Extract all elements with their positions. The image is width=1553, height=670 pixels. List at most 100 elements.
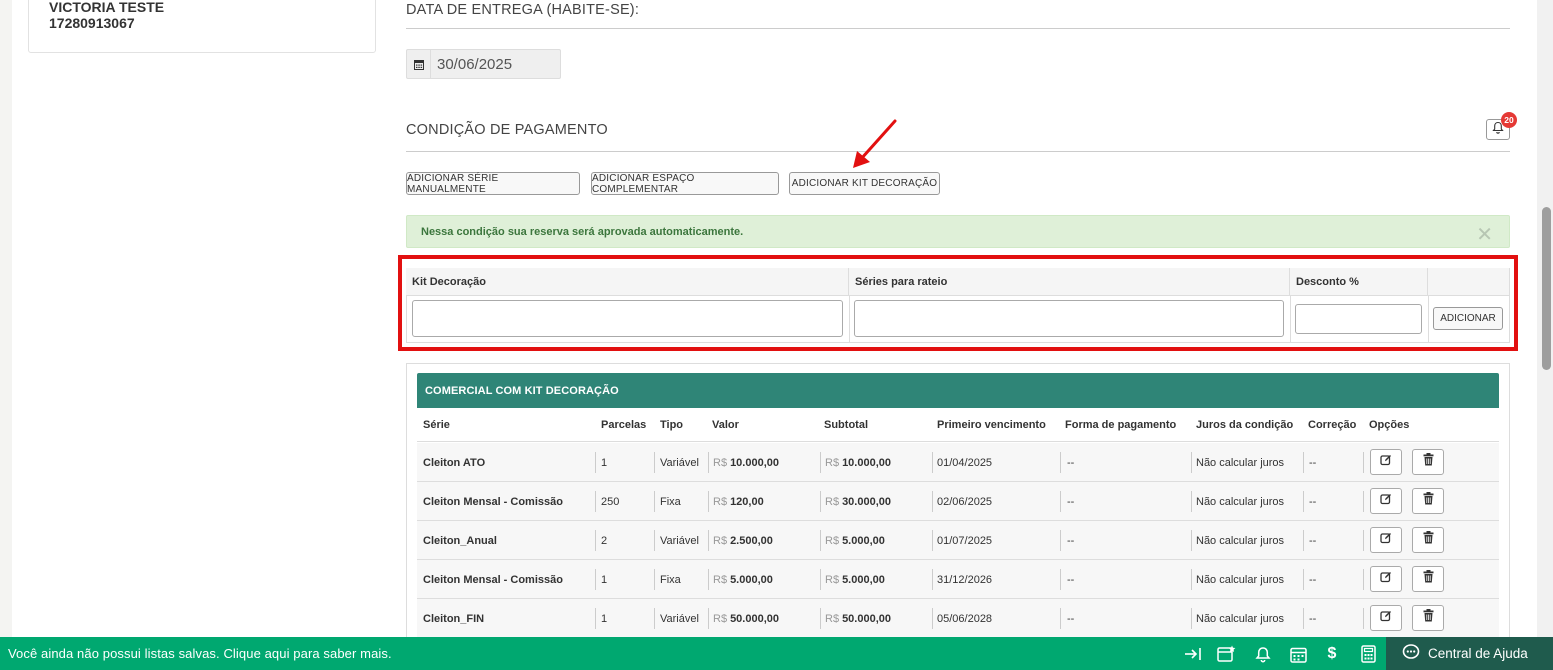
trash-icon: [1423, 492, 1434, 510]
divider: [1303, 608, 1304, 629]
cell-valor-value: 5.000,00: [730, 573, 773, 586]
help-center-button[interactable]: Central de Ajuda: [1386, 637, 1553, 670]
header-opcoes: Opções: [1369, 419, 1410, 431]
cell-parcelas-value: 250: [601, 495, 620, 508]
divider: [932, 452, 933, 473]
edit-icon: [1380, 609, 1392, 627]
cell-tipo-value: Fixa: [660, 573, 681, 586]
success-alert: Nessa condição sua reserva será aprovada…: [406, 215, 1510, 248]
cell-subtotal: R$ 10.000,00: [825, 443, 891, 482]
divider: [932, 608, 933, 629]
divider: [1191, 530, 1192, 551]
cell-correcao-value: --: [1309, 612, 1317, 625]
add-space-button[interactable]: ADICIONAR ESPAÇO COMPLEMENTAR: [591, 172, 779, 195]
divider: [1363, 608, 1364, 629]
divider: [1363, 569, 1364, 590]
cell-serie: Cleiton ATO: [423, 443, 485, 482]
table-row: Cleiton Mensal - Comissão 250 Fixa R$ 120,00…: [417, 482, 1499, 521]
cell-vencimento: 05/06/2028: [937, 599, 992, 638]
cell-forma-value: --: [1067, 534, 1075, 547]
cell-subtotal-value: 30.000,00: [842, 495, 891, 508]
add-series-button[interactable]: ADICIONAR SÉRIE MANUALMENTE: [406, 172, 580, 195]
cell-correcao-value: --: [1309, 534, 1317, 547]
cell-juros-value: Não calcular juros: [1196, 573, 1285, 586]
cell-valor: R$ 50.000,00: [713, 599, 779, 638]
divider: [1060, 569, 1061, 590]
divider: [595, 569, 596, 590]
bottom-bar: Você ainda não possui listas salvas. Cli…: [0, 637, 1553, 670]
notification-badge: 20: [1501, 112, 1517, 128]
edit-icon: [1380, 570, 1392, 588]
cell-vencimento: 01/07/2025: [937, 521, 992, 560]
cell-juros: Não calcular juros: [1196, 521, 1284, 560]
cell-vencimento-value: 02/06/2025: [937, 495, 993, 508]
trash-icon: [1423, 453, 1434, 471]
header-correcao: Correção: [1308, 419, 1357, 431]
cell-serie-value: Cleiton_Anual: [423, 534, 497, 547]
close-icon[interactable]: ✕: [1476, 222, 1493, 247]
divider: [654, 569, 655, 590]
header-forma: Forma de pagamento: [1065, 419, 1177, 431]
delete-button[interactable]: [1412, 566, 1444, 592]
dollar-icon[interactable]: $: [1322, 644, 1342, 664]
cell-forma: --: [1067, 482, 1074, 521]
edit-button[interactable]: [1370, 488, 1402, 514]
cell-juros: Não calcular juros: [1196, 560, 1284, 599]
cell-parcelas: 250: [601, 482, 619, 521]
calendar-star-icon[interactable]: [1217, 644, 1237, 664]
divider: [1303, 452, 1304, 473]
delivery-title: DATA DE ENTREGA (HABITE-SE):: [406, 2, 640, 18]
scroll-thumb[interactable]: [1542, 207, 1551, 370]
delete-button[interactable]: [1412, 605, 1444, 631]
header-vencimento: Primeiro vencimento: [937, 419, 1046, 431]
cell-valor: R$ 2.500,00: [713, 521, 773, 560]
header-tipo: Tipo: [660, 419, 684, 431]
cell-correcao-value: --: [1309, 456, 1317, 469]
cell-vencimento: 02/06/2025: [937, 482, 992, 521]
edit-button[interactable]: [1370, 605, 1402, 631]
cell-subtotal-value: 50.000,00: [842, 612, 891, 625]
calendar-icon[interactable]: [1288, 644, 1308, 664]
table-row: Cleiton_Anual 2 Variável R$ 2.500,00 R$ 5.000,…: [417, 521, 1499, 560]
cell-juros-value: Não calcular juros: [1196, 534, 1285, 547]
cell-parcelas-value: 1: [601, 612, 608, 625]
saved-lists-message[interactable]: Você ainda não possui listas salvas. Cli…: [0, 646, 392, 661]
calculator-icon[interactable]: [1358, 644, 1378, 664]
add-kit-button[interactable]: ADICIONAR KIT DECORAÇÃO: [789, 172, 940, 195]
header-parcelas: Parcelas: [601, 419, 647, 431]
cell-tipo: Fixa: [660, 482, 681, 521]
currency-symbol: R$: [713, 495, 728, 508]
cell-juros: Não calcular juros: [1196, 482, 1284, 521]
cell-parcelas-value: 2: [601, 534, 608, 547]
client-card: VICTORIA TESTE 17280913067: [28, 0, 376, 53]
divider: [820, 452, 821, 473]
alert-message: Nessa condição sua reserva será aprovada…: [421, 225, 744, 238]
cell-correcao-value: --: [1309, 495, 1317, 508]
collapse-icon[interactable]: [1183, 644, 1203, 664]
bell-icon[interactable]: [1253, 644, 1273, 664]
cell-valor-value: 50.000,00: [730, 612, 779, 625]
delete-button[interactable]: [1412, 527, 1444, 553]
edit-button[interactable]: [1370, 449, 1402, 475]
divider: [820, 569, 821, 590]
cell-juros: Não calcular juros: [1196, 443, 1284, 482]
edit-button[interactable]: [1370, 527, 1402, 553]
delete-button[interactable]: [1412, 449, 1444, 475]
cell-vencimento-value: 31/12/2026: [937, 573, 993, 586]
divider: [932, 569, 933, 590]
divider: [1060, 491, 1061, 512]
delivery-date-field[interactable]: 30/06/2025: [406, 49, 561, 79]
cell-tipo-value: Variável: [660, 534, 699, 547]
delivery-date-value: 30/06/2025: [437, 55, 513, 73]
cell-correcao: --: [1309, 521, 1316, 560]
cell-juros-value: Não calcular juros: [1196, 456, 1285, 469]
currency-symbol: R$: [713, 612, 728, 625]
divider: [820, 530, 821, 551]
divider: [595, 608, 596, 629]
divider: [820, 608, 821, 629]
cell-serie: Cleiton_Anual: [423, 521, 497, 560]
delete-button[interactable]: [1412, 488, 1444, 514]
edit-button[interactable]: [1370, 566, 1402, 592]
table-row: Cleiton ATO 1 Variável R$ 10.000,00 R$ 10.000,…: [417, 443, 1499, 482]
edit-icon: [1380, 492, 1392, 510]
